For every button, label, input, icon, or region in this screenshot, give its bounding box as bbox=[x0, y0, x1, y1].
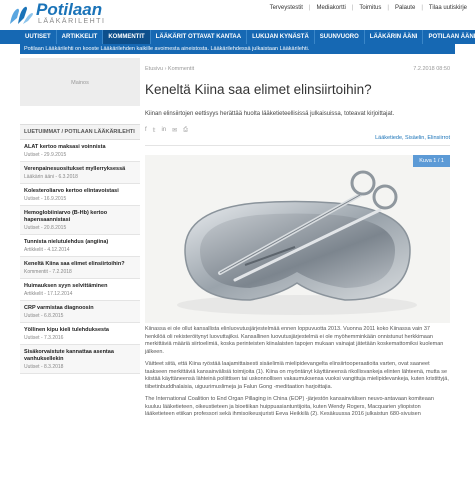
top-link-terveystestit[interactable]: Terveystestit bbox=[270, 5, 303, 11]
separator: | bbox=[387, 5, 389, 11]
list-item-meta: Artikkelit - 4.12.2014 bbox=[24, 247, 70, 253]
list-item-title[interactable]: Huimauksen syyn selvittäminen bbox=[24, 283, 136, 290]
list-item-meta: Uutiset - 29.9.2015 bbox=[24, 152, 67, 158]
list-item-meta: Uutiset - 16.9.2015 bbox=[24, 196, 67, 202]
list-item[interactable]: Keneltä Kiina saa elimet elinsiirtoihin?… bbox=[20, 257, 140, 279]
article-paragraph: The International Coalition to End Organ… bbox=[145, 396, 434, 417]
list-item-title[interactable]: Kolesteroliarvo kertoo elintavoistasi bbox=[24, 188, 136, 195]
nav-item-laakarit-ottavat-kantaa[interactable]: LÄÄKÄRIT OTTAVAT KANTAA bbox=[151, 30, 248, 44]
article-paragraph: Väitteet siitä, että Kiina ryöstää laaja… bbox=[145, 361, 449, 390]
list-item-title[interactable]: Keneltä Kiina saa elimet elinsiirtoihin? bbox=[24, 261, 136, 268]
share-bar: f 𝕥 in ✉ ⎙ bbox=[145, 127, 450, 134]
popular-items: ALAT kertoo maksasi voinnista Uutiset - 2… bbox=[20, 140, 140, 374]
list-item[interactable]: Huimauksen syyn selvittäminen Artikkelit … bbox=[20, 279, 140, 301]
popular-list-title: LUETUIMMAT / POTILAAN LÄÄKÄRILEHTI bbox=[20, 124, 140, 140]
site-header: Potilaan LÄÄKÄRILEHTI Terveystestit | Me… bbox=[0, 0, 475, 30]
separator: | bbox=[351, 5, 354, 11]
article-date: 7.2.2018 08:50 bbox=[413, 66, 450, 72]
list-item[interactable]: Verenpainesuositukset myllerryksessä Lääk… bbox=[20, 162, 140, 184]
list-item-meta: Uutiset - 7.3.2016 bbox=[24, 335, 64, 341]
info-bar: Potilaan Lääkärilehti on kooste Lääkäril… bbox=[20, 44, 455, 54]
list-item-title[interactable]: Yöllinen kipu kieli tulehduksesta bbox=[24, 327, 136, 334]
article-paragraph: Kiinassa ei ole ollut kansallista elinlu… bbox=[145, 326, 444, 355]
list-item[interactable]: Yöllinen kipu kieli tulehduksesta Uutiset… bbox=[20, 323, 140, 345]
list-item[interactable]: Sisäkorvaistute kannattaa asentaa vanhuk… bbox=[20, 345, 140, 374]
list-item-title[interactable]: Verenpainesuositukset myllerryksessä bbox=[24, 166, 136, 173]
page-title: Keneltä Kiina saa elimet elinsiirtoihin? bbox=[145, 82, 372, 97]
nav-item-suunvuoro[interactable]: SUUNVUORO bbox=[315, 30, 365, 44]
twitter-icon[interactable]: 𝕥 bbox=[153, 127, 156, 134]
article: Etusivu › Kommentit 7.2.2018 08:50 Kenel… bbox=[145, 66, 450, 419]
popular-list: LUETUIMMAT / POTILAAN LÄÄKÄRILEHTI ALAT … bbox=[20, 124, 140, 374]
list-item[interactable]: ALAT kertoo maksasi voinnista Uutiset - 2… bbox=[20, 140, 140, 162]
hands-logo-icon bbox=[10, 6, 33, 24]
nav-item-kommentit[interactable]: KOMMENTIT bbox=[103, 30, 151, 44]
separator: | bbox=[308, 5, 311, 11]
list-item-title[interactable]: Sisäkorvaistute kannattaa asentaa vanhuk… bbox=[24, 349, 136, 363]
list-item-meta: Kommentit - 7.2.2018 bbox=[24, 269, 72, 275]
sidebar: Mainos LUETUIMMAT / POTILAAN LÄÄKÄRILEHT… bbox=[20, 58, 140, 374]
list-item-title[interactable]: ALAT kertoo maksasi voinnista bbox=[24, 144, 136, 151]
nav-item-uutiset[interactable]: UUTISET bbox=[20, 30, 57, 44]
list-item-meta: Uutiset - 8.3.2018 bbox=[24, 364, 64, 370]
list-item-meta: Artikkelit - 17.12.2014 bbox=[24, 291, 73, 297]
list-item[interactable]: CRP varmistaa diagnoosin Uutiset - 6.8.20… bbox=[20, 301, 140, 323]
list-item-meta: Lääkärin ääni - 6.3.2018 bbox=[24, 174, 78, 180]
article-image[interactable]: Kuva 1 / 1 bbox=[145, 155, 450, 323]
separator: | bbox=[421, 5, 423, 11]
list-item[interactable]: Hemoglobiiniarvo (B-Hb) kertoo hapensaan… bbox=[20, 206, 140, 235]
nav-item-artikkelit[interactable]: ARTIKKELIT bbox=[57, 30, 104, 44]
ad-placeholder[interactable]: Mainos bbox=[20, 58, 140, 106]
top-link-mediakortti[interactable]: Mediakortti bbox=[316, 5, 345, 11]
top-link-tilaa-uutiskirje[interactable]: Tilaa uutiskirje bbox=[429, 5, 467, 11]
linkedin-icon[interactable]: in bbox=[161, 127, 166, 134]
site-logo[interactable]: Potilaan LÄÄKÄRILEHTI bbox=[8, 0, 148, 28]
list-item-meta: Uutiset - 6.8.2015 bbox=[24, 313, 64, 319]
image-counter-badge[interactable]: Kuva 1 / 1 bbox=[413, 155, 450, 167]
print-icon[interactable]: ⎙ bbox=[183, 127, 188, 134]
list-item-title[interactable]: Tunnista nielutulehdus (angiina) bbox=[24, 239, 136, 246]
nav-item-potilaan-aani[interactable]: POTILAAN ÄÄNI bbox=[423, 30, 475, 44]
nav-item-lukijan-kynasta[interactable]: LUKIJAN KYNÄSTÄ bbox=[247, 30, 315, 44]
facebook-icon[interactable]: f bbox=[145, 127, 147, 134]
logo-subtitle: LÄÄKÄRILEHTI bbox=[38, 18, 106, 25]
article-meta-row: Etusivu › Kommentit 7.2.2018 08:50 bbox=[145, 66, 450, 72]
main-nav: UUTISET ARTIKKELIT KOMMENTIT LÄÄKÄRIT OT… bbox=[0, 30, 475, 44]
kidney-dish-scissors-image bbox=[145, 155, 450, 323]
article-lead: Kiinan elinsiirtojen eettisyys herättää … bbox=[145, 111, 395, 117]
breadcrumb[interactable]: Etusivu › Kommentit bbox=[145, 66, 194, 72]
nav-item-laakarin-aani[interactable]: LÄÄKÄRIN ÄÄNI bbox=[365, 30, 424, 44]
list-item[interactable]: Tunnista nielutulehdus (angiina) Artikkel… bbox=[20, 235, 140, 257]
top-link-palaute[interactable]: Palaute bbox=[395, 5, 415, 11]
list-item-title[interactable]: CRP varmistaa diagnoosin bbox=[24, 305, 136, 312]
email-icon[interactable]: ✉ bbox=[172, 127, 177, 134]
top-links: Terveystestit | Mediakortti | Toimitus |… bbox=[270, 5, 467, 11]
top-link-toimitus[interactable]: Toimitus bbox=[359, 5, 381, 11]
article-tags[interactable]: Lääketiede, Sisäelin, Elinsiirrot bbox=[145, 135, 450, 146]
list-item-meta: Uutiset - 20.8.2015 bbox=[24, 225, 67, 231]
logo-text: Potilaan bbox=[36, 0, 103, 19]
list-item[interactable]: Kolesteroliarvo kertoo elintavoistasi Uut… bbox=[20, 184, 140, 206]
list-item-title[interactable]: Hemoglobiiniarvo (B-Hb) kertoo hapensaan… bbox=[24, 210, 136, 224]
